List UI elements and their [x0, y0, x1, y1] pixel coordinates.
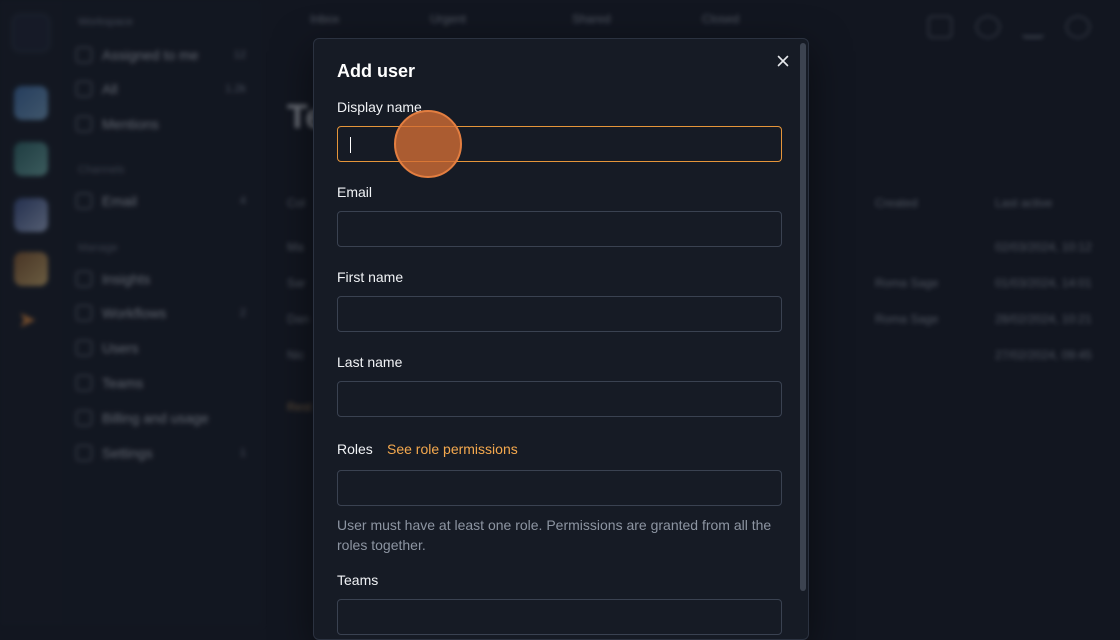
modal-scrollbar[interactable] — [800, 43, 806, 591]
sidebar-item-icon — [76, 193, 92, 209]
search-icon[interactable] — [976, 16, 1000, 38]
top-tab[interactable]: Shared — [572, 12, 662, 32]
teams-field[interactable] — [337, 599, 782, 635]
sidebar-item[interactable]: Settings 1 — [76, 442, 246, 464]
sidebar-item[interactable]: Assigned to me 12 — [76, 44, 246, 66]
roles-label: Roles — [337, 441, 373, 457]
sidebar-item-icon — [76, 271, 92, 287]
sidebar-item-icon — [76, 340, 92, 356]
sidebar-item[interactable]: All 1.2k — [76, 78, 246, 100]
sidebar-item-icon — [76, 375, 92, 391]
app-rail: ➤ — [0, 0, 63, 626]
workspace-avatar[interactable] — [14, 142, 48, 176]
sidebar-item[interactable]: Teams — [76, 372, 246, 394]
sidebar-item-icon — [76, 81, 92, 97]
last-name-label: Last name — [337, 354, 403, 370]
top-tab[interactable]: Inbox — [310, 12, 400, 32]
email-field[interactable] — [337, 211, 782, 247]
sidebar-item[interactable]: Mentions — [76, 113, 246, 135]
workspace-avatar[interactable] — [14, 86, 48, 120]
see-role-permissions-link[interactable]: See role permissions — [387, 441, 518, 457]
top-tab[interactable]: Urgent — [430, 12, 520, 32]
close-icon — [777, 55, 789, 67]
sidebar-item[interactable]: Workflows 2 — [76, 302, 246, 324]
sidebar-item[interactable]: Users — [76, 337, 246, 359]
last-name-field[interactable] — [337, 381, 782, 417]
first-name-label: First name — [337, 269, 404, 285]
sidebar-item[interactable]: Email 4 — [76, 190, 246, 212]
modal-title: Add user — [337, 61, 416, 81]
add-user-modal: Add user Display name Email First name L… — [313, 38, 809, 640]
roles-help-text: User must have at least one role. Permis… — [337, 517, 772, 553]
email-label: Email — [337, 184, 373, 200]
first-name-field[interactable] — [337, 296, 782, 332]
sidebar-section-title: Manage — [78, 242, 118, 254]
inbox-icon[interactable] — [928, 16, 952, 38]
phone-icon[interactable] — [1022, 16, 1044, 38]
workspace-avatar[interactable] — [14, 198, 48, 232]
sidebar-item-icon — [76, 445, 92, 461]
sidebar-title: Workspace — [78, 16, 133, 28]
sidebar-section-title: Channels — [78, 164, 125, 176]
click-indicator — [394, 110, 462, 178]
text-caret — [350, 137, 351, 153]
sidebar-item[interactable]: Insights — [76, 268, 246, 290]
teams-label: Teams — [337, 572, 379, 588]
workspace-avatar[interactable] — [14, 252, 48, 286]
sidebar-item-icon — [76, 116, 92, 132]
app-logo[interactable] — [12, 14, 50, 52]
collapse-arrow-icon[interactable]: ➤ — [18, 308, 42, 332]
sidebar-item-icon — [76, 410, 92, 426]
sidebar-item-icon — [76, 305, 92, 321]
roles-field[interactable] — [337, 470, 782, 506]
sidebar: Workspace Assigned to me 12 All 1.2k Men… — [62, 0, 262, 626]
close-button[interactable] — [775, 53, 791, 69]
sidebar-item-icon — [76, 47, 92, 63]
sidebar-item[interactable]: Billing and usage — [76, 407, 246, 429]
display-name-label: Display name — [337, 99, 422, 115]
avatar[interactable] — [1066, 16, 1090, 38]
top-tab[interactable]: Closed — [702, 12, 792, 32]
